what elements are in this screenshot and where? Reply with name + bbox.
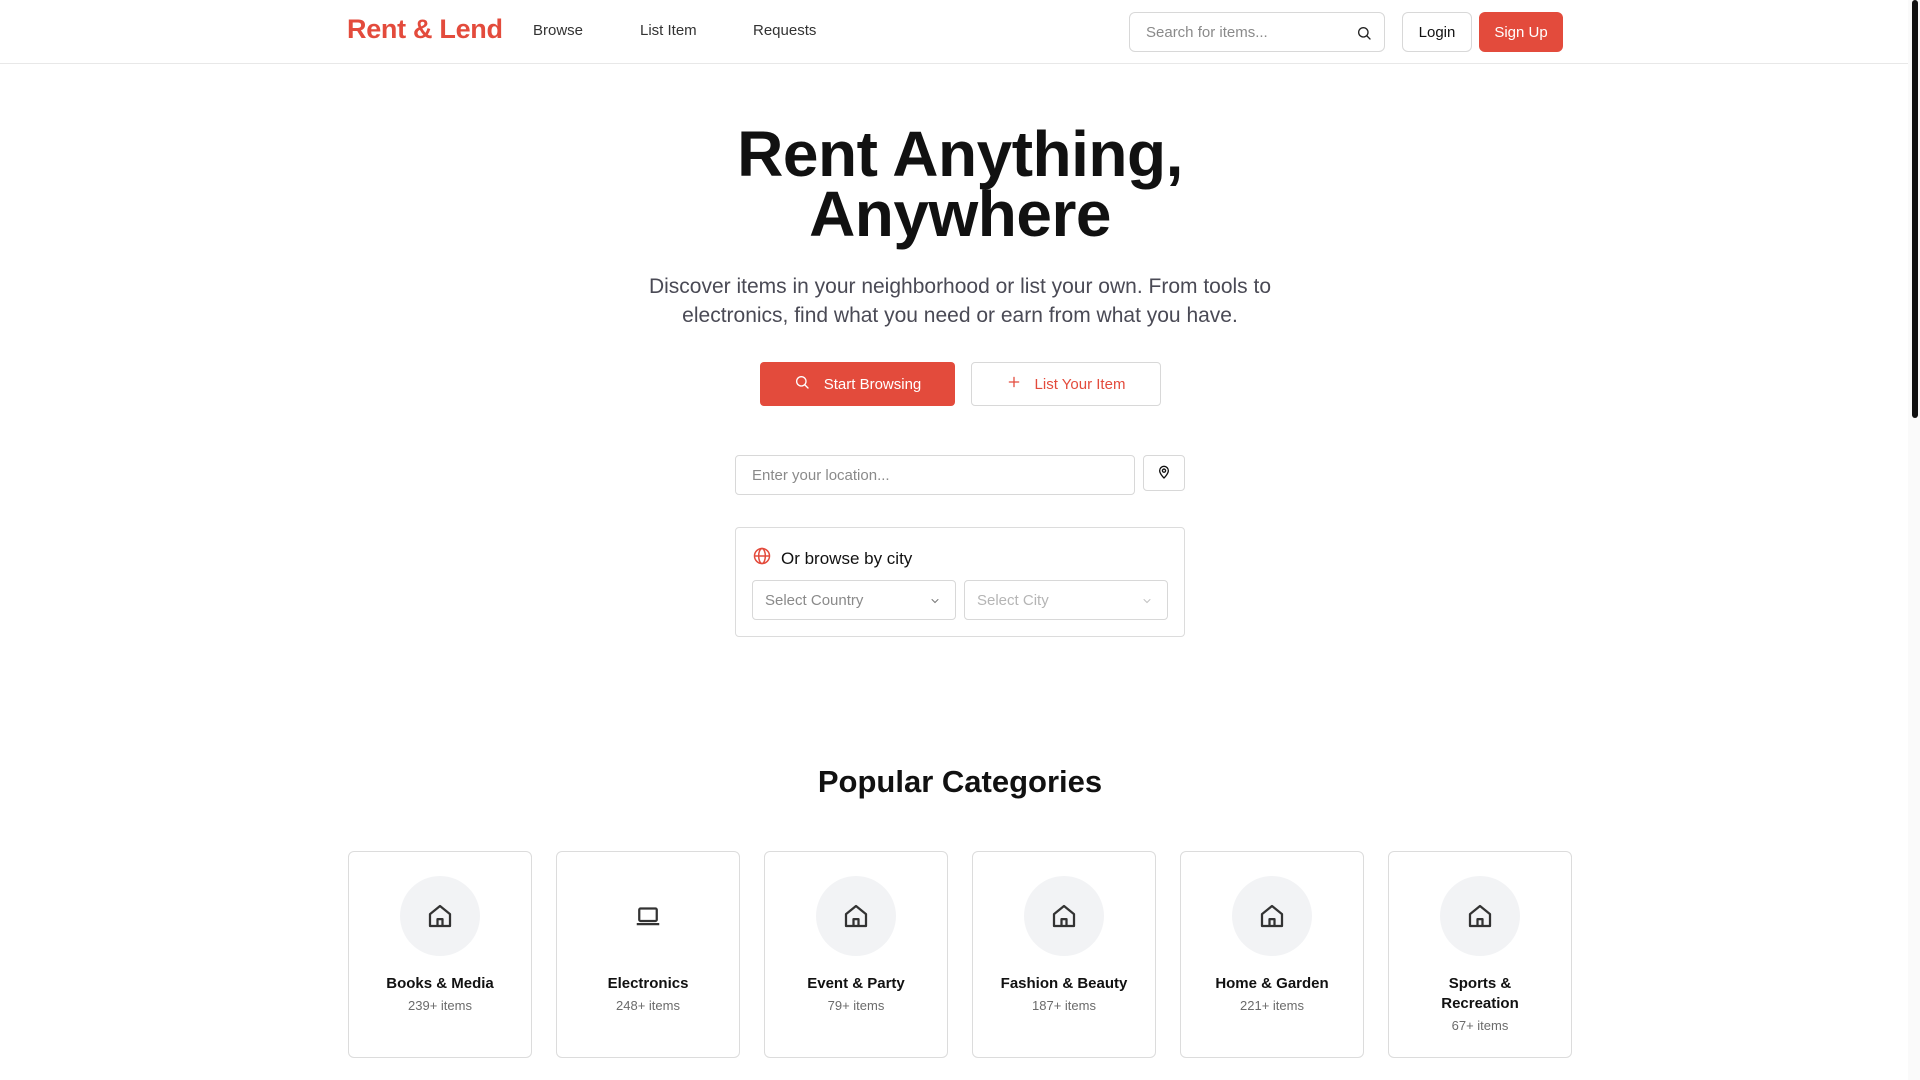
- category-name: Sports & Recreation: [1441, 975, 1519, 1012]
- popular-categories-title: Popular Categories: [817, 764, 1103, 799]
- nav-link-list-item[interactable]: List Item: [640, 22, 697, 39]
- category-name: Home & Garden: [1215, 975, 1329, 992]
- category-count: 248+ items: [616, 998, 680, 1013]
- plus-icon: [1007, 375, 1021, 393]
- browse-by-city-title: Or browse by city: [781, 548, 913, 568]
- city-select-value: Select City: [977, 591, 1049, 609]
- category-card-electronics[interactable]: Electronics 248+ items: [556, 851, 740, 1058]
- start-browsing-button[interactable]: Start Browsing: [760, 362, 955, 406]
- category-card-fashion-beauty[interactable]: Fashion & Beauty 187+ items: [972, 851, 1156, 1058]
- home-icon: [400, 876, 480, 956]
- scrollbar-thumb[interactable]: [1912, 0, 1918, 418]
- laptop-icon: [608, 876, 688, 956]
- country-select-value: Select Country: [765, 591, 864, 609]
- login-button[interactable]: Login: [1402, 12, 1472, 52]
- app-root: Rent & Lend Browse List Item Requests Lo…: [0, 0, 1920, 1080]
- hero-subtitle: Discover items in your neighborhood or l…: [648, 275, 1272, 327]
- category-name: Books & Media: [386, 975, 494, 992]
- home-icon: [816, 876, 896, 956]
- category-count: 187+ items: [1032, 998, 1096, 1013]
- search-icon[interactable]: [1354, 23, 1374, 43]
- globe-icon: [752, 546, 772, 571]
- browse-by-city-header: Or browse by city: [752, 546, 912, 571]
- signup-button[interactable]: Sign Up: [1479, 12, 1563, 52]
- hero-title-line-2: Anywhere: [809, 178, 1111, 250]
- category-card-books-media[interactable]: Books & Media 239+ items: [348, 851, 532, 1058]
- nav-link-requests[interactable]: Requests: [753, 22, 816, 39]
- header-search: [1129, 12, 1385, 52]
- category-count: 79+ items: [827, 998, 885, 1013]
- home-icon: [1440, 876, 1520, 956]
- hero-title: Rent Anything, Anywhere: [660, 122, 1260, 246]
- chevron-down-icon: [929, 594, 941, 611]
- search-input[interactable]: [1131, 14, 1331, 50]
- chevron-down-icon: [1141, 594, 1153, 611]
- map-pin-icon: [1156, 464, 1172, 483]
- search-icon: [794, 374, 810, 394]
- category-name: Fashion & Beauty: [1000, 975, 1128, 992]
- category-name: Event & Party: [807, 975, 905, 992]
- category-name: Electronics: [607, 975, 689, 992]
- country-select[interactable]: Select Country: [752, 580, 956, 620]
- category-count: 67+ items: [1451, 1018, 1509, 1033]
- home-icon: [1024, 876, 1104, 956]
- list-your-item-label: List Your Item: [1034, 375, 1126, 393]
- category-card-sports-recreation[interactable]: Sports & Recreation 67+ items: [1388, 851, 1572, 1058]
- nav-link-browse[interactable]: Browse: [533, 22, 583, 39]
- category-card-home-garden[interactable]: Home & Garden 221+ items: [1180, 851, 1364, 1058]
- brand-logo[interactable]: Rent & Lend: [347, 14, 503, 45]
- category-card-event-party[interactable]: Event & Party 79+ items: [764, 851, 948, 1058]
- use-my-location-button[interactable]: [1143, 455, 1185, 491]
- list-your-item-button[interactable]: List Your Item: [971, 362, 1161, 406]
- start-browsing-label: Start Browsing: [823, 375, 922, 393]
- category-count: 221+ items: [1240, 998, 1304, 1013]
- top-navbar: Rent & Lend Browse List Item Requests Lo…: [0, 0, 1908, 64]
- city-select: Select City: [964, 580, 1168, 620]
- location-input[interactable]: [735, 455, 1135, 495]
- page-scrollbar[interactable]: [1908, 0, 1920, 1080]
- browse-by-city-card: Or browse by city Select Country Select …: [735, 527, 1185, 637]
- category-count: 239+ items: [408, 998, 472, 1013]
- home-icon: [1232, 876, 1312, 956]
